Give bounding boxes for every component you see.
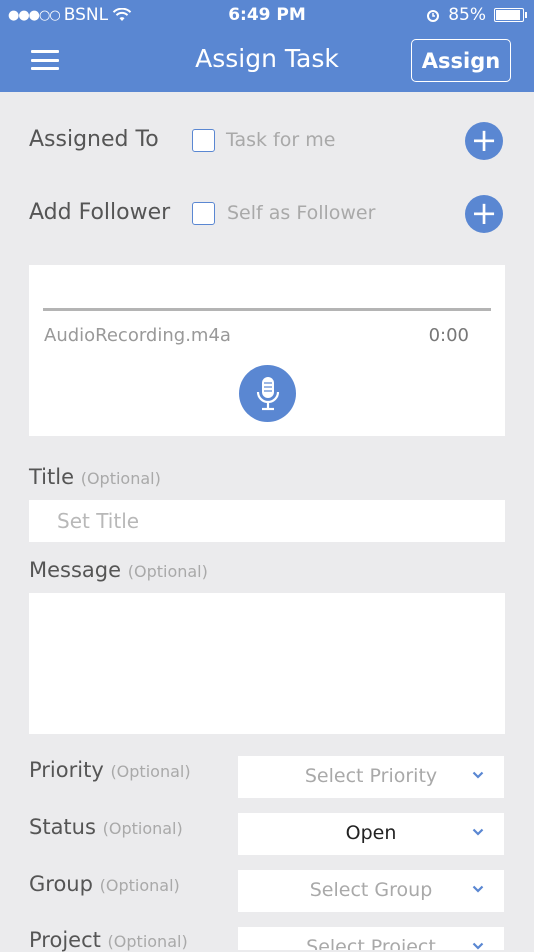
priority-select[interactable]: Select Priority [238, 756, 504, 798]
group-value: Select Group [309, 879, 433, 901]
add-follower-label: Add Follower [29, 200, 171, 225]
self-as-follower-checkbox[interactable] [192, 202, 215, 225]
microphone-icon [256, 376, 279, 410]
priority-optional: (Optional) [110, 762, 191, 781]
group-label: Group (Optional) [29, 872, 180, 896]
message-label: Message (Optional) [29, 558, 208, 582]
assign-button[interactable]: Assign [411, 39, 511, 82]
task-for-me-checkbox[interactable] [192, 129, 215, 152]
assigned-to-label: Assigned To [29, 127, 159, 152]
plus-icon: + [470, 194, 498, 232]
message-textarea[interactable] [29, 593, 505, 734]
audio-filename: AudioRecording.m4a [44, 325, 231, 346]
title-input[interactable]: Set Title [29, 500, 505, 542]
project-value: Select Project [306, 936, 436, 950]
title-placeholder: Set Title [57, 509, 140, 533]
project-select[interactable]: Select Project [238, 927, 504, 950]
battery-icon [494, 8, 527, 22]
task-for-me-label: Task for me [226, 129, 336, 151]
group-select[interactable]: Select Group [238, 870, 504, 912]
status-label: Status (Optional) [29, 815, 183, 839]
chevron-down-icon [472, 885, 484, 893]
status-value: Open [345, 822, 397, 844]
group-optional: (Optional) [99, 876, 180, 895]
plus-icon: + [470, 121, 498, 159]
audio-recorder: AudioRecording.m4a 0:00 [29, 265, 505, 436]
title-label: Title (Optional) [29, 465, 161, 489]
title-optional: (Optional) [80, 469, 161, 488]
message-optional: (Optional) [127, 562, 208, 581]
status-select[interactable]: Open [238, 813, 504, 855]
record-button[interactable] [239, 365, 296, 422]
self-as-follower-label: Self as Follower [227, 202, 376, 224]
chevron-down-icon [472, 828, 484, 836]
project-optional: (Optional) [107, 932, 188, 951]
priority-label: Priority (Optional) [29, 758, 191, 782]
chevron-down-icon [472, 942, 484, 950]
nav-header: ●●●○○ BSNL 6:49 PM 85% Assign Task Assig… [0, 0, 534, 92]
battery-percent: 85% [448, 5, 486, 25]
status-bar: ●●●○○ BSNL 6:49 PM 85% [0, 0, 534, 30]
alarm-icon [427, 10, 440, 22]
add-assignee-button[interactable]: + [465, 122, 503, 160]
audio-progress-track[interactable] [43, 308, 491, 311]
audio-duration: 0:00 [428, 325, 469, 346]
status-optional: (Optional) [102, 819, 183, 838]
chevron-down-icon [472, 771, 484, 779]
priority-value: Select Priority [304, 765, 438, 787]
project-label: Project (Optional) [29, 928, 188, 952]
add-follower-button[interactable]: + [465, 195, 503, 233]
